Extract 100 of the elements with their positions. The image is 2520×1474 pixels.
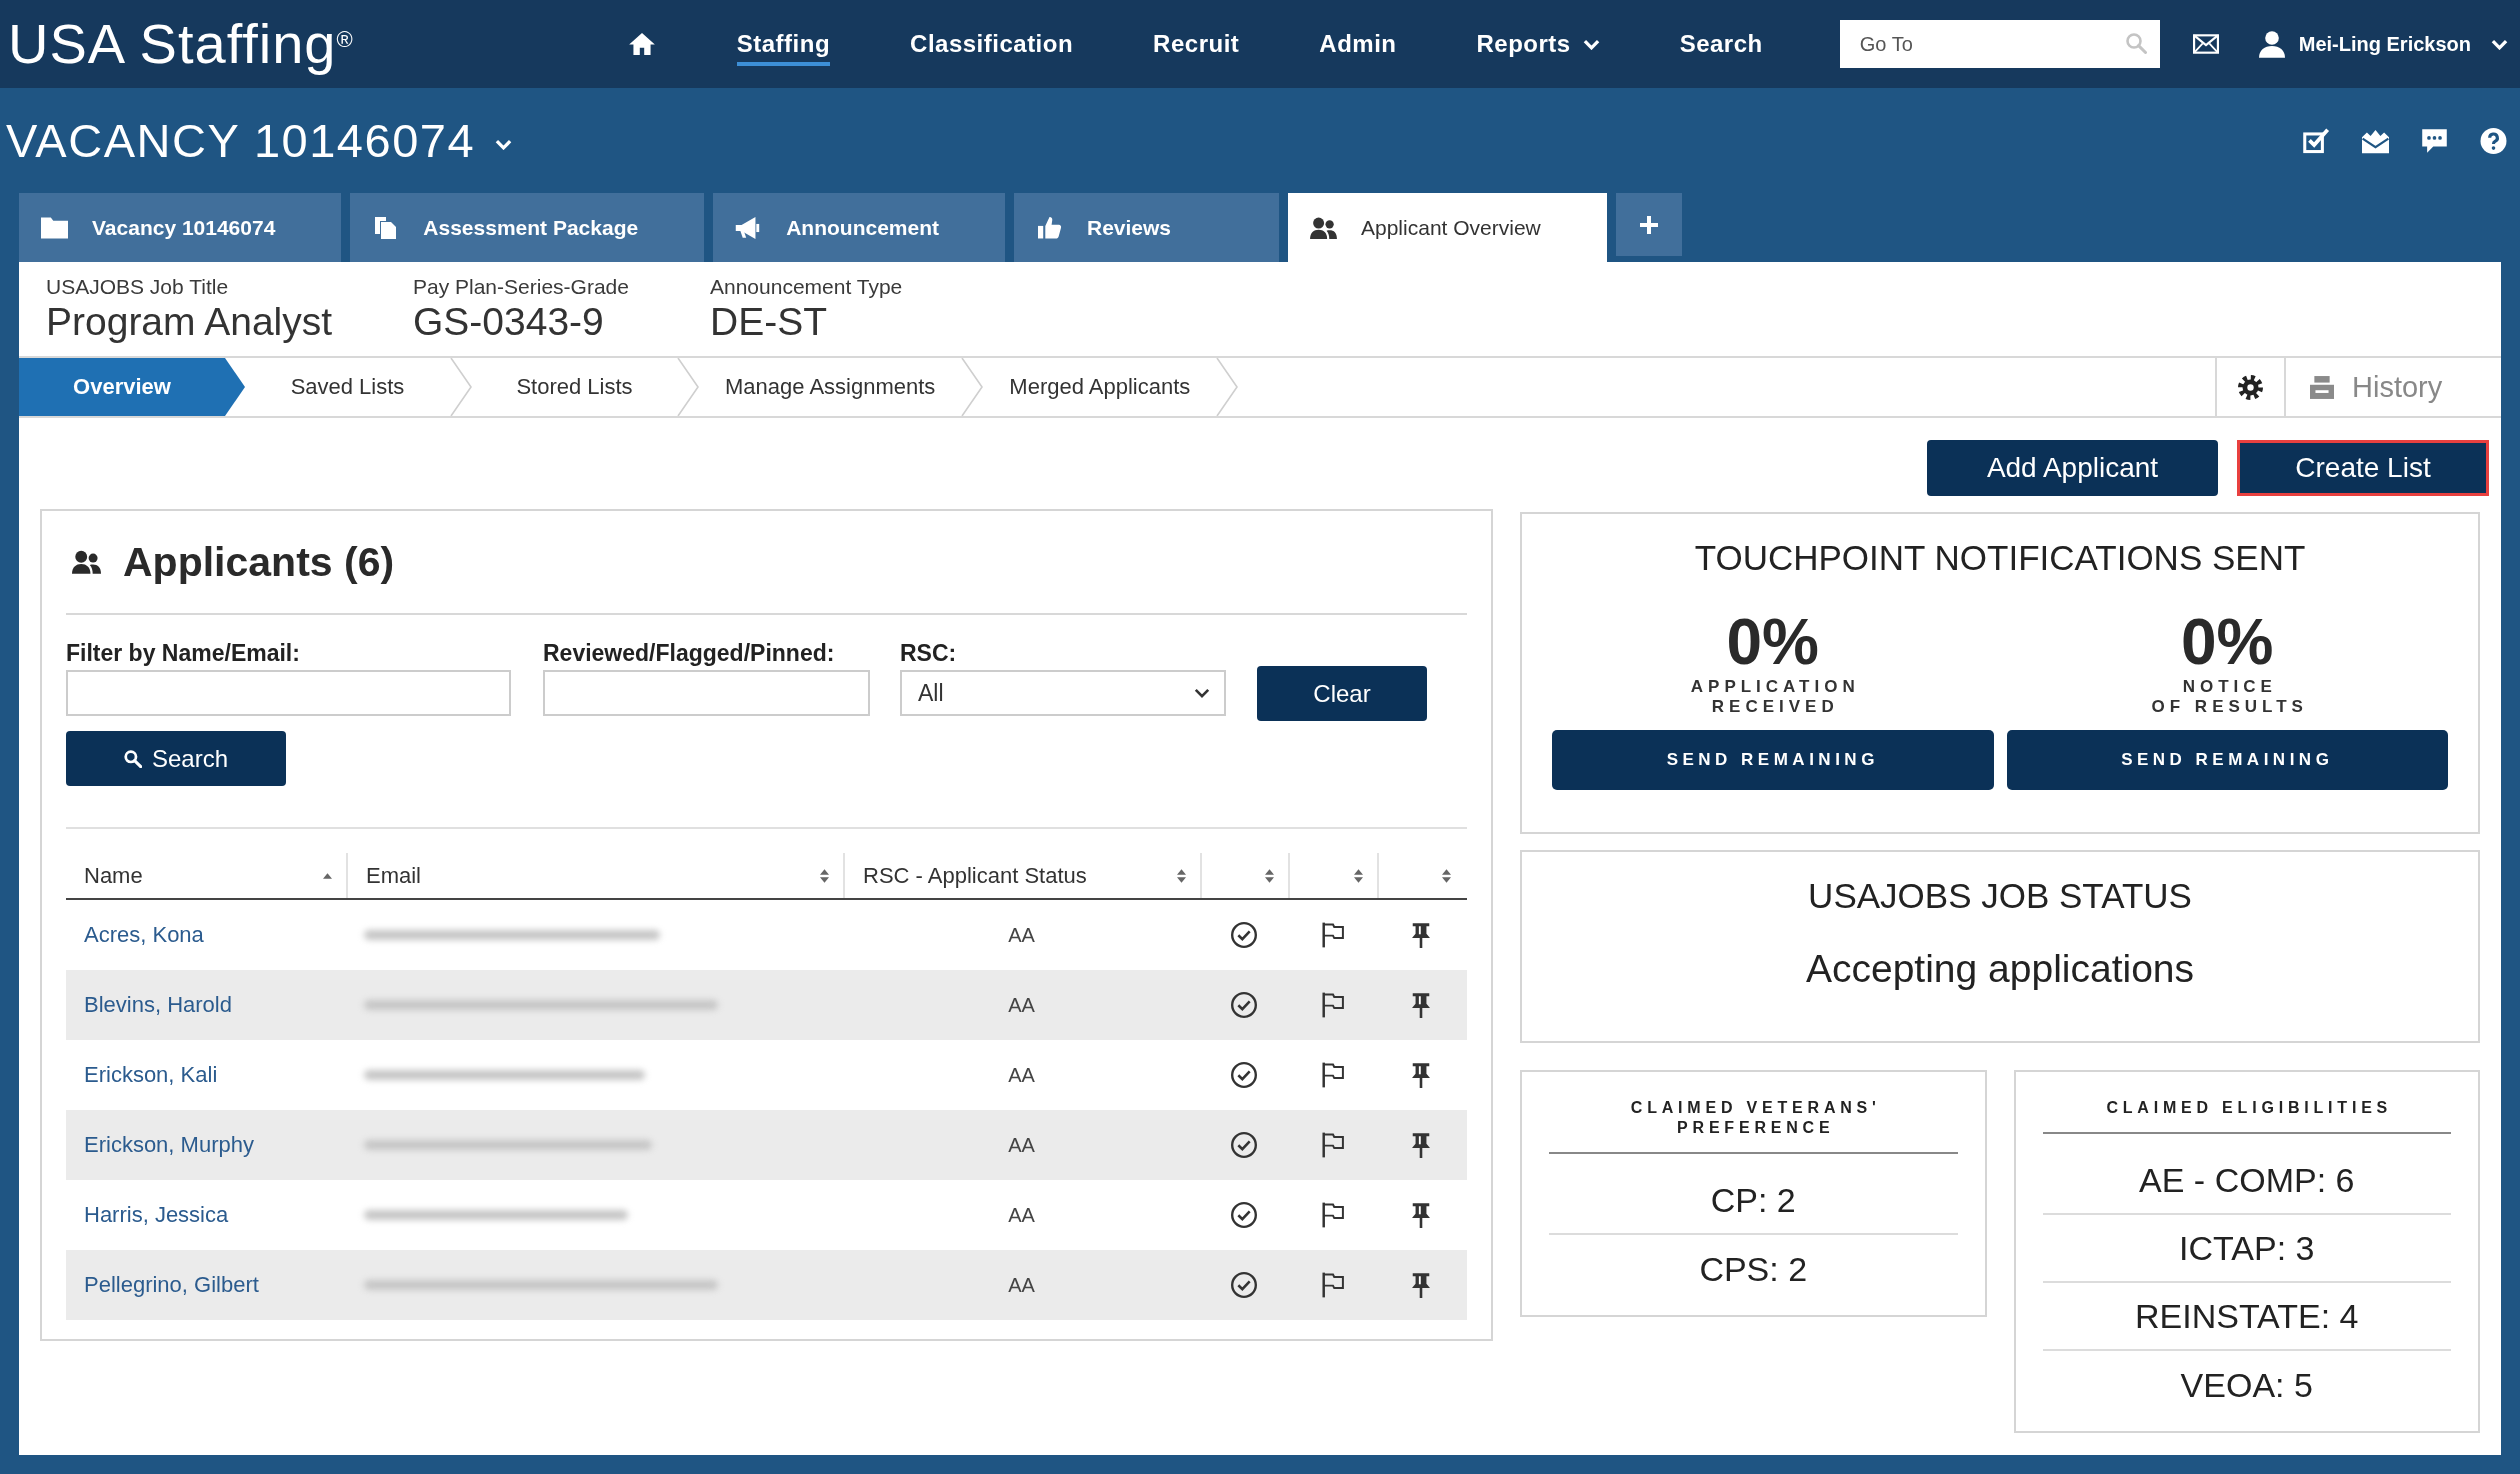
nav-item[interactable]: Admin (1319, 22, 1397, 66)
check-circle-icon[interactable] (1231, 1202, 1257, 1228)
stat-label: APPLICATION RECEIVED (1689, 677, 1860, 717)
subnav-item[interactable]: Saved Lists (245, 358, 450, 416)
check-circle-icon[interactable] (1231, 1272, 1257, 1298)
thumbs-up-icon (1036, 216, 1063, 239)
action-button[interactable]: Create List (2237, 440, 2489, 496)
applicant-name-link[interactable]: Erickson, Murphy (84, 1132, 254, 1158)
vacancy-title[interactable]: VACANCY 10146074 (6, 113, 513, 168)
applicant-name-link[interactable]: Erickson, Kali (84, 1062, 218, 1088)
nav-item[interactable]: Recruit (1153, 22, 1240, 66)
subnav-item[interactable]: Manage Assignments (699, 358, 962, 416)
printer-icon (2310, 375, 2334, 399)
flag-icon[interactable] (1319, 1062, 1346, 1088)
settings-icon (2238, 374, 2263, 400)
action-button[interactable]: Add Applicant (1927, 440, 2218, 496)
check-circle-icon[interactable] (1231, 1132, 1257, 1158)
column-header[interactable]: Name (66, 853, 346, 898)
tab[interactable]: Announcement (713, 193, 1005, 262)
user-menu[interactable]: Mei-Ling Erickson (2258, 30, 2508, 58)
users-icon (72, 550, 101, 574)
table-cell: AA (1008, 1133, 1035, 1157)
panel-title: Applicants (6) (123, 538, 395, 586)
table-cell: AA (1008, 1063, 1035, 1087)
card-title: CLAIMED ELIGIBILITIES (2042, 1098, 2451, 1134)
tab[interactable]: Reviews (1014, 193, 1279, 262)
column-header[interactable]: Email (346, 853, 843, 898)
envelope-open-icon[interactable] (2362, 127, 2389, 154)
clear-button[interactable]: Clear (1257, 666, 1427, 721)
go-to-field[interactable]: Go To (1839, 20, 2160, 68)
stat-value: 0% (2181, 607, 2274, 677)
count-item: CP: 2 (1549, 1167, 1958, 1235)
field-label: Filter by Name/Email: (66, 639, 301, 667)
send-button[interactable]: SEND REMAINING (1552, 730, 1994, 790)
count-item: AE - COMP: 6 (2042, 1147, 2451, 1215)
check-circle-icon[interactable] (1231, 992, 1257, 1018)
flag-icon[interactable] (1319, 1132, 1346, 1158)
field-value: GS-0343-9 (413, 300, 605, 344)
checkbox-icon[interactable] (2303, 127, 2330, 154)
field-label: Pay Plan-Series-Grade (413, 274, 630, 300)
subnav-item[interactable]: Merged Applicants (983, 358, 1217, 416)
tab[interactable]: Assessment Package (350, 193, 705, 262)
flag-icon[interactable] (1319, 922, 1346, 948)
text-field[interactable] (66, 670, 511, 716)
users-icon (1310, 216, 1337, 239)
folder-icon (41, 216, 68, 239)
table-cell: AA (1008, 1273, 1035, 1297)
text-field[interactable] (543, 670, 870, 716)
card-title: USAJOBS JOB STATUS (1808, 875, 2192, 917)
tab[interactable]: Vacancy 10146074 (19, 193, 342, 262)
search-icon (123, 749, 142, 768)
add-tab-button[interactable] (1615, 193, 1682, 256)
tab[interactable]: Applicant Overview (1288, 193, 1607, 262)
chat-icon[interactable] (2421, 127, 2448, 154)
help-icon[interactable] (2480, 127, 2507, 154)
count-item: ICTAP: 3 (2042, 1215, 2451, 1283)
field-label: RSC: (900, 639, 958, 667)
caret-icon (1194, 688, 1210, 698)
dropdown-field[interactable]: All (900, 670, 1226, 716)
home-icon[interactable] (628, 33, 655, 55)
chevron-down-icon (1582, 38, 1600, 50)
user-icon (2258, 30, 2285, 58)
field-value: Program Analyst (46, 300, 334, 344)
flag-icon[interactable] (1319, 1272, 1346, 1298)
count-item: REINSTATE: 4 (2042, 1283, 2451, 1351)
job-status-text: Accepting applications (1805, 946, 2195, 992)
plus-icon (1639, 215, 1658, 234)
search-button[interactable]: Search (66, 731, 286, 786)
count-item: CPS: 2 (1698, 1248, 1809, 1290)
table-cell: AA (1008, 1203, 1035, 1227)
stat-value: 0% (1726, 607, 1819, 677)
chevron-down-icon (495, 139, 513, 150)
table-cell: AA (1008, 923, 1035, 947)
applicant-name-link[interactable]: Pellegrino, Gilbert (84, 1272, 259, 1298)
applicant-name-link[interactable]: Harris, Jessica (84, 1202, 229, 1228)
send-button[interactable]: SEND REMAINING (2006, 730, 2448, 790)
flag-icon[interactable] (1319, 992, 1346, 1018)
chevron-down-icon (2491, 38, 2508, 50)
stat-label: NOTICE OF RESULTS (2150, 677, 2308, 717)
nav-item[interactable]: Search (1679, 22, 1763, 66)
check-circle-icon[interactable] (1231, 1062, 1257, 1088)
check-circle-icon[interactable] (1231, 922, 1257, 948)
field-label: USAJOBS Job Title (46, 274, 230, 300)
nav-item[interactable]: Reports (1476, 22, 1600, 66)
field-label: Announcement Type (710, 274, 904, 300)
envelope-icon[interactable] (2192, 34, 2219, 54)
applicant-name-link[interactable]: Blevins, Harold (84, 992, 232, 1018)
search-icon (2125, 33, 2147, 54)
subnav-item[interactable]: Stored Lists (472, 358, 677, 416)
field-value: DE-ST (710, 300, 828, 344)
count-item: VEOA: 5 (2179, 1364, 2314, 1406)
nav-item[interactable]: Staffing (736, 22, 831, 66)
card-title: TOUCHPOINT NOTIFICATIONS SENT (1693, 537, 2307, 579)
flag-icon[interactable] (1319, 1202, 1346, 1228)
column-header[interactable]: RSC - Applicant Status (843, 853, 1200, 898)
logo[interactable]: USA Staffing$^{®}$ (8, 12, 353, 76)
history-button[interactable]: History (2284, 358, 2501, 416)
applicant-name-link[interactable]: Acres, Kona (84, 922, 204, 948)
subnav-item[interactable]: Overview (19, 358, 245, 416)
nav-item[interactable]: Classification (910, 22, 1074, 66)
